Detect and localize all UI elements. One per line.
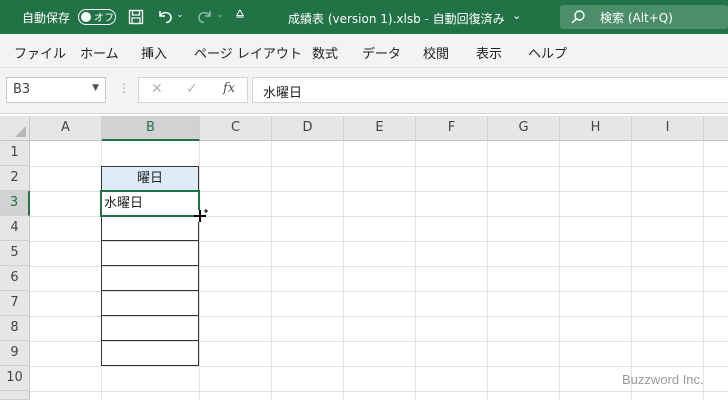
column-header-b[interactable]: B (102, 116, 200, 141)
undo-dropdown-icon[interactable]: ⌄ (176, 10, 184, 20)
gridline (559, 141, 560, 400)
title-bar: 自動保存 オフ ⌄ ⌄ ⩠ 成績表 (version 1).xlsb - 自動回… (0, 0, 728, 34)
row-header-2[interactable]: 2 (0, 166, 30, 191)
gridline (30, 391, 728, 392)
formula-input[interactable]: 水曜日 (252, 77, 728, 103)
row-header-11[interactable] (0, 391, 30, 400)
gridline (631, 141, 632, 400)
toggle-knob (81, 12, 91, 22)
name-box[interactable]: B3 ▼ (6, 77, 106, 103)
search-icon (571, 10, 585, 24)
row-header-1[interactable]: 1 (0, 141, 30, 166)
tab-review[interactable]: 校閲 (423, 43, 449, 62)
formula-value: 水曜日 (263, 86, 303, 101)
gridline (271, 141, 272, 400)
row-header-10[interactable]: 10 (0, 366, 30, 391)
cell-b4[interactable] (101, 216, 199, 241)
tab-insert[interactable]: 挿入 (141, 43, 167, 62)
column-header-e[interactable]: E (344, 116, 416, 141)
active-cell-selection (100, 190, 200, 217)
search-placeholder: 検索 (Alt+Q) (600, 11, 673, 25)
save-icon[interactable] (128, 9, 144, 25)
autosave-state: オフ (94, 13, 114, 24)
gridline (487, 141, 488, 400)
document-title[interactable]: 成績表 (version 1).xlsb - 自動回復済み (288, 10, 505, 27)
row-header-8[interactable]: 8 (0, 316, 30, 341)
autosave-toggle[interactable]: オフ (78, 9, 116, 25)
tab-formulas[interactable]: 数式 (312, 43, 338, 62)
tab-data[interactable]: データ (362, 43, 401, 62)
crosshair-cursor-icon (194, 209, 208, 222)
gridline (703, 141, 704, 400)
tab-view[interactable]: 表示 (476, 43, 502, 62)
cell-b9[interactable] (101, 341, 199, 366)
cell-b7[interactable] (101, 291, 199, 316)
chevron-down-icon[interactable]: ⌄ (512, 9, 521, 22)
column-header-c[interactable]: C (200, 116, 272, 141)
row-header-7[interactable]: 7 (0, 291, 30, 316)
tab-file[interactable]: ファイル (14, 43, 66, 62)
column-header-i[interactable]: I (632, 116, 704, 141)
column-header-f[interactable]: F (416, 116, 488, 141)
gridline (415, 141, 416, 400)
cancel-icon[interactable]: ✕ (151, 81, 163, 97)
row-header-9[interactable]: 9 (0, 341, 30, 366)
tab-page-layout[interactable]: ページ レイアウト (194, 43, 302, 62)
more-dots-icon: ⋮ (118, 81, 130, 95)
column-header-g[interactable]: G (488, 116, 560, 141)
column-header-h[interactable]: H (560, 116, 632, 141)
cell-b2[interactable]: 曜日 (101, 166, 199, 191)
column-header-a[interactable]: A (30, 116, 102, 141)
customize-qat-icon[interactable]: ⩠ (236, 6, 244, 21)
enter-icon[interactable]: ✓ (186, 81, 198, 97)
row-header-6[interactable]: 6 (0, 266, 30, 291)
gridline (343, 141, 344, 400)
select-all-button[interactable] (0, 116, 30, 141)
row-header-4[interactable]: 4 (0, 216, 30, 241)
tab-home[interactable]: ホーム (80, 43, 119, 62)
watermark-text: Buzzword Inc. (622, 372, 704, 387)
ribbon-tabs: ファイル ホーム 挿入 ページ レイアウト 数式 データ 校閲 表示 ヘルプ (0, 34, 728, 68)
formula-buttons: ✕ ✓ fx (138, 77, 248, 103)
chevron-down-icon[interactable]: ▼ (92, 83, 99, 93)
tab-help[interactable]: ヘルプ (528, 43, 567, 62)
row-header-5[interactable]: 5 (0, 241, 30, 266)
formula-bar: B3 ▼ ⋮ ✕ ✓ fx 水曜日 (0, 68, 728, 114)
search-box[interactable]: 検索 (Alt+Q) (560, 5, 728, 29)
cell-b5[interactable] (101, 241, 199, 266)
column-header-d[interactable]: D (272, 116, 344, 141)
insert-function-icon[interactable]: fx (223, 81, 235, 96)
redo-icon[interactable] (196, 7, 214, 25)
worksheet-grid[interactable]: A B C D E F G H I 1 2 3 4 5 6 7 8 9 10 曜… (0, 116, 728, 400)
cell-b8[interactable] (101, 316, 199, 341)
row-header-3[interactable]: 3 (0, 191, 30, 216)
select-all-icon (15, 126, 26, 137)
undo-icon[interactable] (156, 7, 174, 25)
redo-dropdown-icon[interactable]: ⌄ (216, 10, 224, 20)
cell-b6[interactable] (101, 266, 199, 291)
gridline (30, 366, 728, 367)
column-header-j[interactable] (704, 116, 728, 141)
autosave-label: 自動保存 (22, 11, 71, 25)
name-box-value: B3 (13, 82, 31, 97)
gridline (199, 141, 200, 400)
